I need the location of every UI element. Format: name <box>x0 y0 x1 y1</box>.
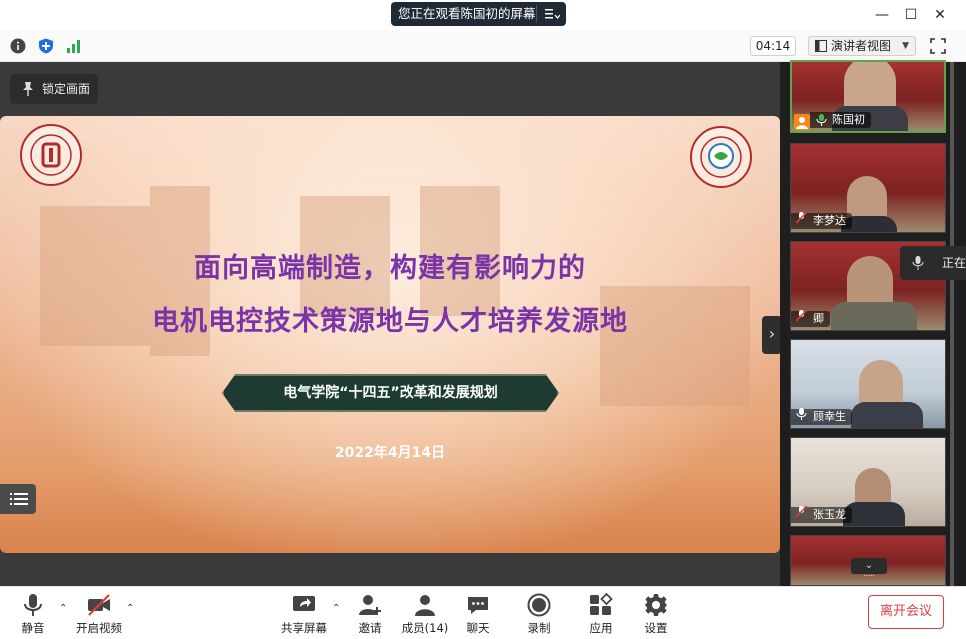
talking-indicator-label: 正在 <box>942 256 966 270</box>
security-shield-icon[interactable] <box>38 38 54 54</box>
participant-name: 卿 <box>813 312 824 325</box>
chevron-down-icon: ⌄ <box>864 560 874 571</box>
members-button[interactable]: 成员(14) <box>400 593 450 639</box>
share-options-chevron-icon[interactable]: ⌃ <box>332 603 340 614</box>
invite-label: 邀请 <box>358 621 382 635</box>
fullscreen-icon[interactable] <box>930 38 946 54</box>
participant-caption: 陈国初 <box>810 112 871 128</box>
microphone-muted-icon <box>796 310 807 322</box>
add-user-icon <box>359 595 381 615</box>
microphone-on-icon <box>796 408 807 420</box>
talking-indicator: 正在 <box>900 246 966 280</box>
viewing-banner[interactable]: 您正在观看陈国初的屏幕 <box>391 2 566 26</box>
participant-tile[interactable]: 张玉龙 <box>790 437 946 527</box>
participant-name: 李梦达 <box>813 214 846 227</box>
signal-strength-icon[interactable] <box>66 38 82 54</box>
chat-button[interactable]: 聊天 <box>464 593 492 639</box>
start-video-label: 开启视频 <box>76 621 122 635</box>
chat-icon <box>468 597 488 614</box>
chat-label: 聊天 <box>466 621 490 635</box>
share-screen-button[interactable]: 共享屏幕 <box>280 593 328 639</box>
lock-screen-button[interactable]: 锁定画面 <box>10 74 98 104</box>
chevron-down-icon: ▼ <box>902 41 909 51</box>
settings-label: 设置 <box>644 621 668 635</box>
video-off-icon <box>88 594 110 616</box>
viewing-banner-text: 您正在观看陈国初的屏幕 <box>398 6 536 21</box>
slide-title-line-2: 电机电控技术策源地与人才培养发源地 <box>152 306 628 337</box>
participant-tile[interactable]: ····· ⌄ <box>790 535 946 586</box>
university-seal-logo <box>20 124 82 186</box>
settings-button[interactable]: 设置 <box>642 593 670 639</box>
record-icon <box>527 593 551 617</box>
chevron-right-icon: › <box>768 324 776 343</box>
invite-button[interactable]: 邀请 <box>356 593 384 639</box>
viewing-options-button[interactable] <box>536 5 564 23</box>
pin-icon <box>23 82 33 96</box>
meeting-controls: 静音 ⌃ 开启视频 ⌃ 共享屏幕 ⌃ 邀请 成员(14) 聊天 录制 应用 设置… <box>0 586 966 638</box>
info-icon[interactable] <box>10 38 26 54</box>
school-seal-logo <box>690 126 752 188</box>
panel-scrollbar[interactable] <box>950 62 954 586</box>
members-label: 成员(14) <box>401 621 449 635</box>
list-menu-icon <box>10 493 28 505</box>
close-button[interactable]: ✕ <box>931 6 949 24</box>
share-screen-icon <box>293 596 315 611</box>
participant-clothing <box>843 502 905 526</box>
school-seal-icon <box>700 136 742 178</box>
start-video-button[interactable]: 开启视频 <box>74 593 124 639</box>
participant-name: 顾幸生 <box>813 410 846 423</box>
microphone-muted-icon <box>796 506 807 518</box>
minimize-button[interactable]: — <box>873 6 891 24</box>
mute-button[interactable]: 静音 <box>16 593 50 639</box>
view-mode-label: 演讲者视图 <box>831 39 892 53</box>
university-seal-icon <box>30 134 72 176</box>
apps-label: 应用 <box>589 621 613 635</box>
host-avatar-icon <box>794 114 810 130</box>
microphone-on-icon <box>816 114 827 126</box>
view-mode-select[interactable]: 演讲者视图 ▼ <box>808 36 916 56</box>
participant-tile[interactable]: 顾幸生 <box>790 339 946 429</box>
participant-caption: 李梦达 <box>791 212 852 229</box>
participant-name: 陈国初 <box>832 113 865 126</box>
lock-screen-label: 锁定画面 <box>42 82 91 96</box>
participant-clothing <box>831 302 917 330</box>
leave-meeting-button[interactable]: 离开会议 <box>868 595 944 629</box>
audio-options-chevron-icon[interactable]: ⌃ <box>59 603 67 614</box>
participant-tile[interactable]: ····· 李梦达 <box>790 143 946 233</box>
microphone-icon <box>24 594 42 616</box>
options-list-icon <box>545 9 560 20</box>
apps-button[interactable]: 应用 <box>587 593 615 639</box>
participant-caption: 卿 <box>791 310 830 327</box>
video-options-chevron-icon[interactable]: ⌃ <box>126 603 134 614</box>
presentation-slide: 面向高端制造，构建有影响力的 电机电控技术策源地与人才培养发源地 电气学院“十四… <box>0 116 780 553</box>
record-button[interactable]: 录制 <box>525 593 553 639</box>
collapse-panel-button[interactable]: › <box>762 316 782 354</box>
maximize-button[interactable]: ☐ <box>902 6 920 24</box>
participant-clothing <box>851 402 923 428</box>
slide-date: 2022年4月14日 <box>334 445 446 461</box>
scroll-down-button[interactable]: ⌄ <box>851 558 887 574</box>
gear-icon <box>645 594 667 616</box>
record-label: 录制 <box>527 621 551 635</box>
microphone-icon <box>912 256 924 270</box>
members-icon <box>415 595 435 616</box>
participant-name: 张玉龙 <box>813 508 846 521</box>
participant-caption: 顾幸生 <box>791 408 852 425</box>
title-bar: 您正在观看陈国初的屏幕 — ☐ ✕ <box>0 0 966 30</box>
participant-tile[interactable]: ····· 陈国初 <box>790 60 946 133</box>
participant-caption: 张玉龙 <box>791 506 852 523</box>
slide-title-line-1: 面向高端制造，构建有影响力的 <box>194 253 586 284</box>
slide-subtitle-banner: 电气学院“十四五”改革和发展规划 <box>222 374 559 412</box>
share-screen-label: 共享屏幕 <box>281 621 327 635</box>
meeting-timer: 04:14 <box>750 36 796 56</box>
slide-menu-button[interactable] <box>0 484 36 514</box>
apps-grid-icon <box>590 593 613 615</box>
microphone-muted-icon <box>796 212 807 224</box>
mute-label: 静音 <box>21 621 45 635</box>
meeting-toolbar: 04:14 演讲者视图 ▼ <box>0 30 966 62</box>
speaker-view-icon <box>815 40 827 52</box>
